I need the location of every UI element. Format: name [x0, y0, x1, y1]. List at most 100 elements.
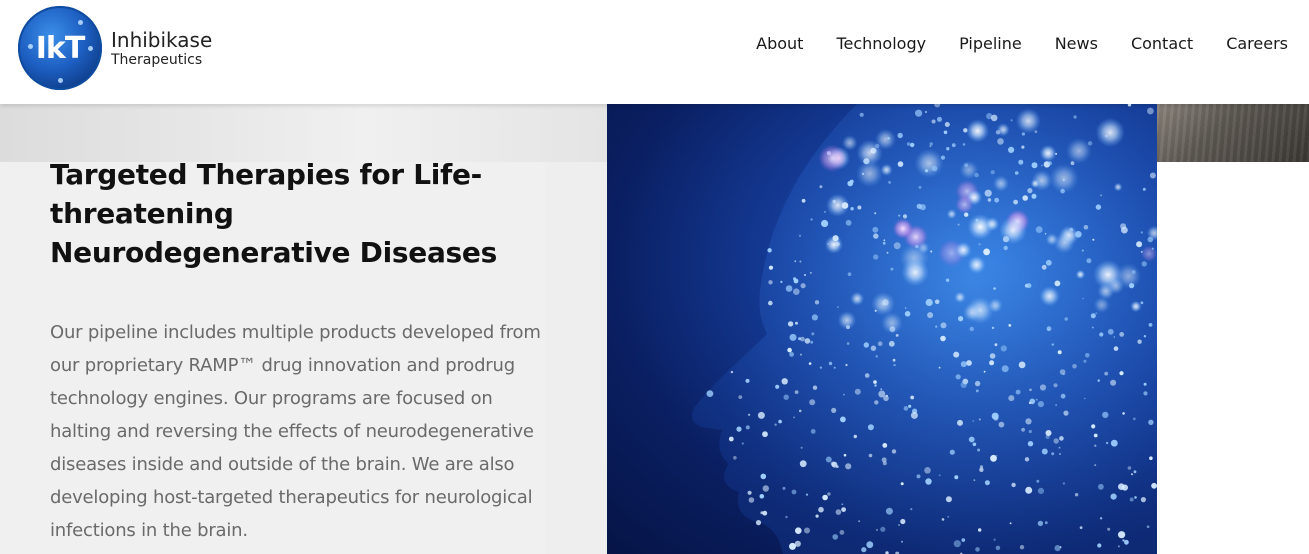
light-particle — [947, 515, 950, 518]
logo-dot — [28, 44, 33, 49]
light-particle — [996, 123, 1010, 137]
light-particle — [785, 285, 793, 292]
light-particle — [963, 128, 968, 133]
light-particle — [741, 442, 744, 445]
light-particle — [1027, 441, 1034, 447]
light-particle — [989, 353, 996, 359]
light-particle — [748, 497, 755, 503]
light-particle — [874, 400, 879, 405]
light-particle — [1008, 324, 1012, 327]
light-particle — [847, 180, 853, 187]
light-particle — [799, 260, 802, 263]
light-particle — [886, 251, 889, 254]
light-particle — [904, 307, 907, 309]
light-particle — [782, 486, 786, 490]
light-particle — [1093, 296, 1110, 313]
light-particle — [1133, 470, 1137, 474]
light-particle — [984, 216, 1000, 232]
light-particle — [1054, 280, 1061, 287]
light-particle — [874, 384, 877, 387]
light-particle — [1059, 453, 1061, 455]
light-particle — [868, 453, 873, 458]
light-particle — [1147, 107, 1154, 115]
light-particle — [1140, 231, 1143, 234]
light-particle — [882, 241, 886, 245]
light-particle — [901, 258, 929, 287]
light-particle — [1041, 264, 1047, 270]
light-particle — [892, 218, 914, 239]
light-particle — [854, 388, 861, 395]
light-particle — [1027, 188, 1033, 194]
light-particle — [1141, 261, 1147, 267]
nav-contact[interactable]: Contact — [1131, 34, 1193, 53]
light-particle — [800, 283, 806, 289]
light-particle — [748, 413, 751, 416]
light-particle — [818, 506, 824, 513]
light-particle — [945, 496, 952, 503]
light-particle — [843, 393, 845, 396]
nav-news[interactable]: News — [1055, 34, 1098, 53]
nav-technology[interactable]: Technology — [836, 34, 926, 53]
light-particle — [845, 463, 852, 470]
light-particle — [1008, 146, 1015, 153]
light-particle — [1057, 350, 1062, 355]
light-particle — [953, 351, 960, 358]
light-particle — [993, 538, 996, 541]
light-particle — [864, 373, 870, 378]
light-particle — [822, 494, 828, 501]
light-particle — [1107, 527, 1111, 531]
light-particle — [795, 321, 798, 325]
light-particle — [1100, 194, 1102, 197]
light-particle — [1049, 163, 1079, 194]
light-particle — [1039, 384, 1047, 391]
nav-pipeline[interactable]: Pipeline — [959, 34, 1022, 53]
light-particle — [1063, 410, 1069, 416]
light-particle — [774, 423, 777, 426]
brand-name: Inhibikase — [111, 27, 213, 52]
light-particle — [885, 507, 893, 515]
light-particle — [760, 511, 764, 515]
light-particle — [1035, 226, 1043, 233]
nav-careers[interactable]: Careers — [1226, 34, 1288, 53]
light-particle — [1039, 286, 1060, 307]
light-particle — [945, 278, 950, 282]
light-particle — [1136, 241, 1143, 248]
light-particle — [1044, 233, 1047, 235]
light-particle — [800, 446, 803, 449]
light-particle — [873, 233, 879, 239]
light-particle — [840, 416, 846, 423]
light-particle — [812, 385, 818, 390]
light-particle — [972, 442, 977, 447]
light-particle — [1102, 411, 1109, 419]
light-particle — [800, 336, 805, 342]
light-particle — [987, 298, 1003, 313]
light-particle — [830, 461, 836, 467]
light-particle — [989, 360, 995, 366]
light-particle — [1085, 353, 1090, 358]
logo[interactable]: IkT Inhibikase Therapeutics — [18, 6, 212, 90]
light-particle — [962, 143, 966, 146]
light-particle — [841, 503, 844, 506]
light-particle — [845, 219, 852, 226]
light-particle — [815, 514, 819, 518]
light-particle — [1105, 441, 1109, 445]
light-particle — [1113, 182, 1123, 192]
light-particle — [824, 210, 826, 213]
light-particle — [837, 311, 857, 330]
light-particle — [892, 358, 896, 362]
light-particle — [733, 456, 737, 460]
light-particle — [992, 175, 1010, 192]
light-particle — [1129, 497, 1134, 502]
light-particle — [881, 457, 887, 463]
nav-about[interactable]: About — [756, 34, 803, 53]
light-particle — [1021, 132, 1025, 136]
light-particle — [910, 411, 918, 419]
light-particle — [940, 155, 946, 160]
light-particle — [1117, 545, 1120, 548]
light-particle — [876, 528, 878, 531]
light-particle — [1130, 300, 1142, 313]
light-particle — [983, 370, 986, 373]
light-particle — [775, 384, 780, 389]
light-particle — [1121, 484, 1128, 491]
light-particle — [1001, 365, 1009, 373]
